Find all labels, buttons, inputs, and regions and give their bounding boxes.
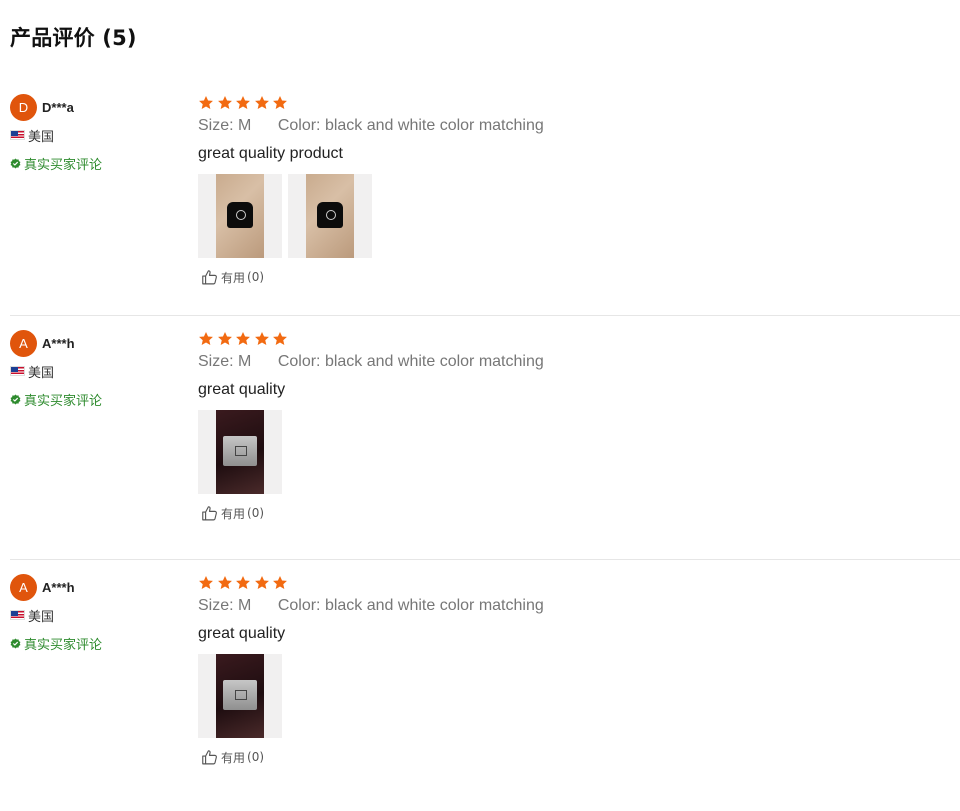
verified-buyer-label: 真实买家评论 xyxy=(24,157,103,173)
size-label: Size: xyxy=(198,117,234,134)
color-value: black and white color matching xyxy=(324,597,544,614)
verified-badge-icon xyxy=(10,637,21,649)
review-item: A A***h 美国 真实买家评论 Size: M Color: black a… xyxy=(10,315,960,559)
page-title: 产品评价 (5) xyxy=(10,26,137,50)
reviewer-country: 美国 xyxy=(28,365,55,381)
review-photos xyxy=(198,174,938,258)
helpful-count: (0) xyxy=(247,506,265,520)
verified-badge-icon xyxy=(10,393,21,405)
verified-buyer-label: 真实买家评论 xyxy=(24,637,103,653)
size-value: M xyxy=(238,597,252,614)
helpful-label: 有用 xyxy=(221,270,246,285)
star-rating xyxy=(198,330,938,348)
reviewer-name: A***h xyxy=(42,580,75,595)
star-rating xyxy=(198,94,938,112)
reviewer-info: D D***a 美国 真实买家评论 xyxy=(10,94,190,173)
review-text: great quality xyxy=(198,625,286,642)
review-photo-thumbnail[interactable] xyxy=(288,174,372,258)
star-icon xyxy=(199,576,213,589)
us-flag-icon xyxy=(10,366,25,376)
helpful-count: (0) xyxy=(247,750,265,764)
size-value: M xyxy=(238,117,252,134)
review-item: D D***a 美国 真实买家评论 Size: M Color: black a… xyxy=(0,80,960,315)
avatar: A xyxy=(10,330,37,357)
helpful-label: 有用 xyxy=(221,506,246,521)
purchase-specs: Size: M Color: black and white color mat… xyxy=(198,116,938,136)
star-icon xyxy=(236,96,250,109)
star-icon xyxy=(273,576,287,589)
helpful-button[interactable]: 有用 (0) xyxy=(198,748,938,766)
thumbs-up-icon xyxy=(202,505,217,520)
review-photo-thumbnail[interactable] xyxy=(198,654,282,738)
review-content: Size: M Color: black and white color mat… xyxy=(198,94,938,286)
reviewer-country: 美国 xyxy=(28,609,55,625)
review-content: Size: M Color: black and white color mat… xyxy=(198,574,938,766)
review-list: D D***a 美国 真实买家评论 Size: M Color: black a… xyxy=(0,80,960,803)
star-icon xyxy=(199,332,213,345)
review-photos xyxy=(198,654,938,738)
purchase-specs: Size: M Color: black and white color mat… xyxy=(198,352,938,372)
review-photo-thumbnail[interactable] xyxy=(198,410,282,494)
avatar: A xyxy=(10,574,37,601)
star-icon xyxy=(217,96,232,109)
color-value: black and white color matching xyxy=(324,353,544,370)
star-icon xyxy=(254,576,269,589)
thumbs-up-icon xyxy=(202,269,217,284)
star-icon xyxy=(236,576,250,589)
reviewer-name: D***a xyxy=(42,100,74,115)
helpful-button[interactable]: 有用 (0) xyxy=(198,504,938,522)
reviewer-name: A***h xyxy=(42,336,75,351)
reviewer-country: 美国 xyxy=(28,129,55,145)
review-text: great quality product xyxy=(198,145,343,162)
verified-badge-icon xyxy=(10,157,21,169)
us-flag-icon xyxy=(10,130,25,140)
review-photo-thumbnail[interactable] xyxy=(198,174,282,258)
star-icon xyxy=(273,96,287,109)
star-icon xyxy=(273,332,287,345)
star-rating xyxy=(198,574,938,592)
star-icon xyxy=(217,576,232,589)
helpful-count: (0) xyxy=(247,270,265,284)
review-content: Size: M Color: black and white color mat… xyxy=(198,330,938,522)
size-value: M xyxy=(238,353,252,370)
helpful-button[interactable]: 有用 (0) xyxy=(198,268,938,286)
purchase-specs: Size: M Color: black and white color mat… xyxy=(198,596,938,616)
review-item: A A***h 美国 真实买家评论 Size: M Color: black a… xyxy=(10,559,960,803)
color-label: Color: xyxy=(277,117,321,134)
size-label: Size: xyxy=(198,597,234,614)
verified-buyer-label: 真实买家评论 xyxy=(24,393,103,409)
color-label: Color: xyxy=(277,597,321,614)
reviewer-info: A A***h 美国 真实买家评论 xyxy=(10,330,190,409)
reviewer-info: A A***h 美国 真实买家评论 xyxy=(10,574,190,653)
helpful-label: 有用 xyxy=(221,750,246,765)
color-label: Color: xyxy=(277,353,321,370)
color-value: black and white color matching xyxy=(324,117,544,134)
star-icon xyxy=(199,96,213,109)
star-icon xyxy=(254,332,269,345)
review-photos xyxy=(198,410,938,494)
star-icon xyxy=(217,332,232,345)
us-flag-icon xyxy=(10,610,25,620)
star-icon xyxy=(254,96,269,109)
star-icon xyxy=(236,332,250,345)
thumbs-up-icon xyxy=(202,749,217,764)
size-label: Size: xyxy=(198,353,234,370)
review-text: great quality xyxy=(198,381,286,398)
avatar: D xyxy=(10,94,37,121)
